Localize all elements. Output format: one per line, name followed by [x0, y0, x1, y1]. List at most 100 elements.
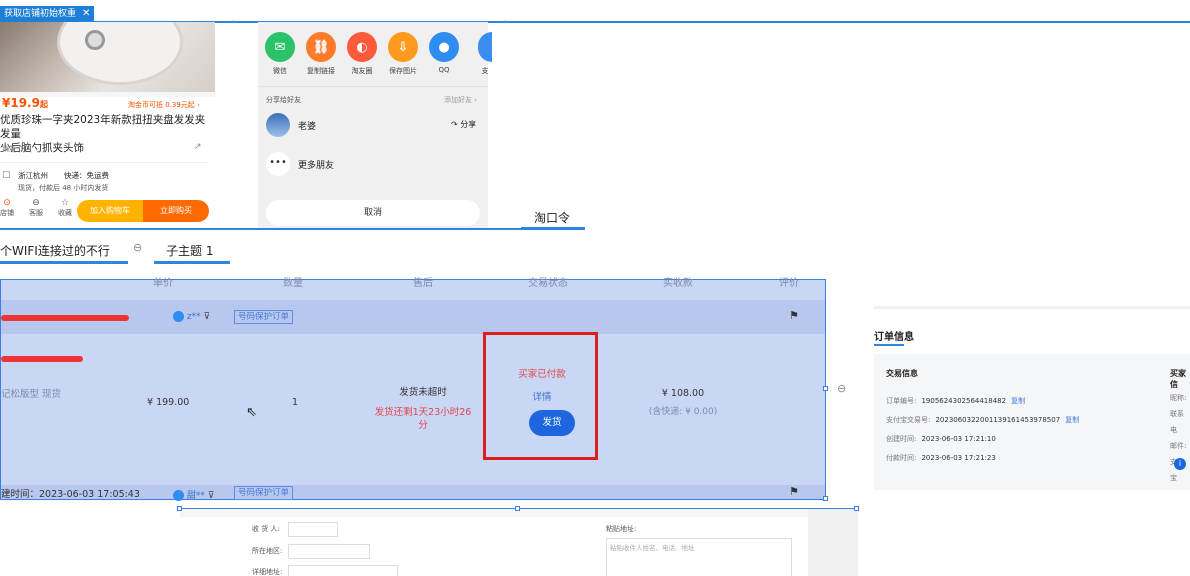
- share-taoyou-label: 淘友圈: [351, 67, 373, 75]
- share-alipay[interactable]: 支: [471, 32, 499, 76]
- hair-clip-image: [60, 22, 180, 82]
- nav-favorite[interactable]: ☆ 收藏: [58, 198, 72, 218]
- resize-handle[interactable]: [515, 506, 520, 511]
- price-unit: 起: [39, 100, 48, 109]
- header-received: 实收款: [663, 278, 693, 289]
- location: 浙江杭州: [18, 171, 48, 180]
- row-value: 2023060322001139161453978507: [935, 416, 1061, 424]
- row-key: 订单编号:: [886, 397, 917, 405]
- nav-service[interactable]: ⊖ 客服: [29, 198, 43, 218]
- resize-handle[interactable]: [177, 506, 182, 511]
- node-wifi[interactable]: 个WIFI连接过的不行: [0, 242, 110, 259]
- buyer-nick-label: z**: [186, 312, 201, 322]
- share-wechat[interactable]: ✉ 微信: [265, 32, 295, 76]
- node-collapse-icon-2[interactable]: ◦: [502, 18, 507, 28]
- node-underline: [0, 261, 128, 264]
- add-friend-link[interactable]: 添加好友 ›: [444, 95, 477, 105]
- buyer-nick[interactable]: z** ⊽: [173, 311, 210, 322]
- mouse-cursor-icon: ⇖: [246, 405, 257, 420]
- share-save-image[interactable]: ⇩ 保存图片: [388, 32, 418, 76]
- row-value: 1905624302564418482: [921, 397, 1007, 405]
- product-title: 优质珍珠一字夹2023年新款扭扭夹盘发发夹发量 少后脑勺抓夹头饰: [0, 113, 212, 155]
- product-spec: 记松版型 现货: [1, 389, 62, 400]
- region-select[interactable]: [288, 544, 370, 559]
- more-friends[interactable]: 更多朋友: [298, 158, 334, 171]
- row-order-no: 订单编号: 1905624302564418482 复制: [886, 390, 1079, 409]
- share-arrow-icon: ↷: [451, 120, 458, 129]
- collapse-icon[interactable]: ⊖: [133, 241, 142, 254]
- title-line-1: 优质珍珠一字夹2023年新款扭扭夹盘发发夹发量: [0, 114, 206, 140]
- order-info-card: 交易信息 买家信 订单编号: 1905624302564418482 复制 支付…: [874, 354, 1190, 490]
- row-key: 付款时间:: [886, 454, 917, 462]
- next-buyer-nick[interactable]: 甜** ⊽: [173, 488, 214, 501]
- share-action-label: 分享: [460, 120, 477, 129]
- share-friend-button[interactable]: ↷ 分享: [451, 119, 476, 130]
- add-to-cart-button[interactable]: 加入购物车: [77, 200, 143, 222]
- order-time: 建时间：2023-06-03 17:05:43: [1, 489, 140, 500]
- node-sub-topic[interactable]: 子主题 1: [166, 242, 213, 259]
- address-form-image[interactable]: 收 货 人: 所在地区: 详细地址: 粘贴地址: 粘贴收件人姓名、电话、地址: [180, 508, 858, 576]
- received-amount: ¥ 108.00: [661, 388, 705, 399]
- box-icon: ▢: [2, 170, 11, 180]
- friend-name[interactable]: 老婆: [298, 119, 316, 132]
- link-icon: ⛓: [306, 32, 336, 62]
- friends-header: 分享给好友: [266, 96, 301, 104]
- close-icon[interactable]: ✕: [82, 6, 90, 22]
- copy-link[interactable]: 复制: [1065, 416, 1079, 424]
- wechat-icon: ✉: [265, 32, 295, 62]
- share-alipay-label: 支: [481, 67, 489, 75]
- address-label: 详细地址:: [252, 568, 283, 576]
- star-icon: ☆: [60, 198, 70, 208]
- shipping: 快递：免运费: [64, 171, 109, 180]
- ship-status: 发货未超时: [399, 387, 447, 398]
- node-underline: [521, 227, 585, 230]
- share-save-image-label: 保存图片: [389, 67, 417, 75]
- collapse-icon[interactable]: ⊖: [837, 382, 846, 395]
- resize-handle[interactable]: [823, 496, 828, 501]
- trade-rows: 订单编号: 1905624302564418482 复制 支付宝交易号: 202…: [886, 390, 1079, 466]
- service-icon: ⊖: [32, 198, 40, 208]
- smart-paste-textarea[interactable]: 粘贴收件人姓名、电话、地址: [606, 538, 792, 576]
- alipay-icon: [478, 32, 492, 62]
- nav-shop-label: 店铺: [0, 209, 14, 217]
- header-price: 单价: [153, 278, 173, 289]
- copy-link[interactable]: 复制: [1011, 397, 1025, 405]
- flag-icon[interactable]: ⚑: [789, 309, 799, 322]
- next-buyer-label: 甜**: [186, 491, 205, 501]
- region-label: 所在地区:: [252, 547, 283, 555]
- receiver-input[interactable]: [288, 522, 338, 537]
- nav-shop[interactable]: ⊙ 店铺: [0, 198, 14, 218]
- share-wechat-label: 微信: [273, 67, 287, 75]
- wangwang-icon: [173, 490, 184, 501]
- privacy-tag: 号码保护订单: [234, 310, 294, 324]
- share-icon[interactable]: ↗: [194, 142, 202, 152]
- privacy-tag: 号码保护订单: [234, 486, 294, 500]
- share-qq-label: QQ: [438, 66, 450, 74]
- node-taokouling[interactable]: 淘口令: [534, 209, 570, 226]
- divider: [0, 162, 208, 163]
- resize-handle[interactable]: [854, 506, 859, 511]
- quantity: 1: [292, 397, 299, 408]
- buy-now-button[interactable]: 立即购买: [143, 200, 209, 222]
- product-image: [0, 22, 215, 92]
- address-input[interactable]: [288, 565, 398, 576]
- window-tab[interactable]: 获取店铺初始权重 ✕: [0, 6, 95, 22]
- share-copy-link[interactable]: ⛓ 复制链接: [306, 32, 336, 76]
- cancel-button[interactable]: 取消: [266, 200, 480, 226]
- nav-favorite-label: 收藏: [58, 209, 72, 217]
- receiver-label: 收 货 人:: [252, 525, 280, 533]
- wangwang-icon: [173, 311, 184, 322]
- form-side-panel: [808, 509, 858, 576]
- resize-handle[interactable]: [823, 386, 828, 391]
- flag-icon[interactable]: ⚑: [789, 485, 799, 498]
- selection-top-border: [78, 21, 1190, 23]
- taoyou-icon: ◐: [347, 32, 377, 62]
- trade-section-title: 交易信息: [886, 369, 918, 378]
- coin-note[interactable]: 淘金币可抵 0.39元起 ›: [128, 100, 200, 110]
- order-table-image[interactable]: 单价 数量 售后 交易状态 实收款 评价 z** ⊽ 号码保护订单 ⚑ 记松版型…: [0, 278, 826, 501]
- share-qq[interactable]: ● QQ: [429, 32, 459, 76]
- node-collapse-icon[interactable]: ◦: [230, 18, 235, 28]
- row-value: 2023-06-03 17:21:10: [921, 435, 996, 443]
- share-taoyou[interactable]: ◐ 淘友圈: [347, 32, 377, 76]
- shop-icon: ⊙: [3, 198, 11, 208]
